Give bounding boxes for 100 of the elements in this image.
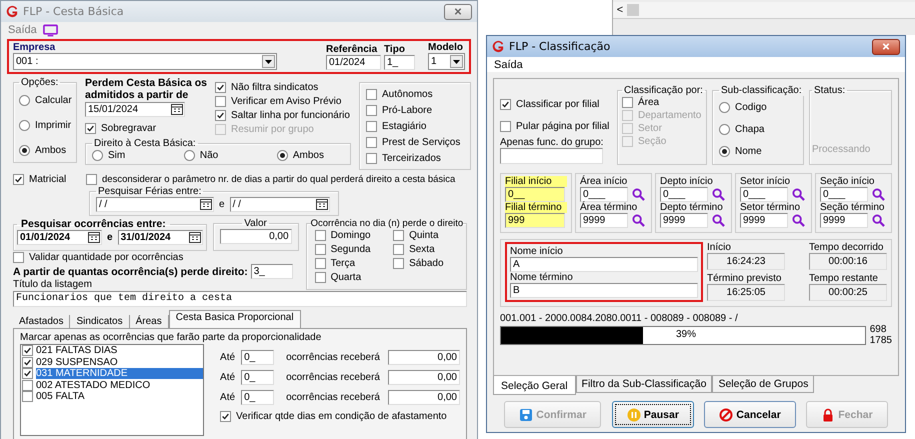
search-icon[interactable] xyxy=(632,188,645,201)
checkbox[interactable] xyxy=(22,356,33,368)
checkbox[interactable] xyxy=(22,391,33,402)
checkbox[interactable] xyxy=(366,88,377,100)
search-icon[interactable] xyxy=(712,214,725,227)
radio-button[interactable] xyxy=(19,145,30,156)
menu-item[interactable]: Saída xyxy=(8,24,37,36)
tab[interactable]: Seleção de Grupos xyxy=(712,376,814,393)
tab[interactable]: Cesta Basica Proporcional xyxy=(168,310,301,328)
group-field[interactable] xyxy=(500,148,603,164)
action-button[interactable]: Cancelar xyxy=(704,401,796,428)
count-field[interactable]: 0_ xyxy=(241,350,274,365)
radio-button[interactable] xyxy=(19,95,30,106)
date-field[interactable]: 31/01/2024 xyxy=(118,230,203,245)
checkbox[interactable] xyxy=(366,120,377,132)
list-item[interactable]: 005 FALTA xyxy=(21,391,204,402)
scrollbar[interactable]: < xyxy=(613,2,915,19)
search-icon[interactable] xyxy=(632,214,645,227)
checkbox[interactable] xyxy=(622,97,633,108)
checkbox[interactable] xyxy=(500,120,511,132)
occurrence-list[interactable]: 021 FALTAS DIAS 029 SUSPENSAO 031 MATERNIDADE 002 ATESTADO MEDICO 005 FALTA xyxy=(20,344,204,436)
end-field[interactable]: 9999 xyxy=(740,213,788,228)
end-field[interactable]: 9999 xyxy=(660,213,708,228)
search-icon[interactable] xyxy=(872,188,885,201)
window-title: FLP - Cesta Básica xyxy=(23,5,125,18)
calendar-icon[interactable] xyxy=(171,104,183,115)
radio-button[interactable] xyxy=(19,120,30,131)
search-icon[interactable] xyxy=(872,214,885,227)
search-icon[interactable] xyxy=(792,214,805,227)
checkbox[interactable] xyxy=(500,98,511,110)
checkbox[interactable] xyxy=(393,230,404,241)
amount-field[interactable]: 0,00 xyxy=(388,390,460,405)
radio-button[interactable] xyxy=(276,150,288,161)
checkbox[interactable] xyxy=(393,258,404,269)
checkbox[interactable] xyxy=(22,380,33,391)
checkbox[interactable] xyxy=(85,123,96,134)
checkbox[interactable] xyxy=(314,230,326,241)
checkbox[interactable] xyxy=(366,136,377,148)
checkbox[interactable] xyxy=(314,258,326,269)
date-field[interactable]: / / xyxy=(230,197,330,212)
name-end-field[interactable]: B xyxy=(510,283,698,298)
count-field[interactable]: 0_ xyxy=(241,390,274,405)
reference-field[interactable]: 01/2024 xyxy=(326,55,381,70)
checkbox[interactable] xyxy=(393,244,404,255)
monitor-icon[interactable] xyxy=(42,24,58,36)
end-field[interactable]: 999 xyxy=(505,213,565,228)
checkbox[interactable] xyxy=(22,368,33,380)
value-field[interactable]: 0,00 xyxy=(220,229,292,244)
start-field[interactable]: 0___ xyxy=(660,187,708,202)
checkbox[interactable] xyxy=(86,174,97,185)
date-field[interactable]: 01/01/2024 xyxy=(17,230,102,245)
radio-button[interactable] xyxy=(92,150,103,161)
checkbox[interactable] xyxy=(366,152,377,164)
start-field[interactable]: 0___ xyxy=(740,187,788,202)
company-dropdown[interactable]: 001 : xyxy=(13,53,277,70)
end-field[interactable]: 9999 xyxy=(820,213,868,228)
end-field[interactable]: 9999 xyxy=(580,213,628,228)
checkbox[interactable] xyxy=(22,345,33,356)
search-icon[interactable] xyxy=(792,188,805,201)
radio-button[interactable] xyxy=(719,124,730,134)
checkbox[interactable] xyxy=(314,244,326,255)
close-button[interactable] xyxy=(872,38,900,54)
scroll-left-button[interactable]: < xyxy=(613,4,627,16)
checkbox[interactable] xyxy=(215,96,226,107)
scroll-thumb[interactable] xyxy=(627,4,639,16)
checkbox[interactable] xyxy=(215,82,226,93)
amount-field[interactable]: 0,00 xyxy=(388,370,460,385)
start-field[interactable]: 0__ xyxy=(505,187,565,202)
listing-title-field[interactable]: Funcionarios que tem direito a cesta xyxy=(13,291,467,307)
checkbox[interactable] xyxy=(220,411,232,422)
amount-field[interactable]: 0,00 xyxy=(388,350,460,365)
checkbox[interactable] xyxy=(13,174,24,185)
radio-button[interactable] xyxy=(184,150,195,161)
list-item[interactable]: 021 FALTAS DIAS xyxy=(21,345,204,356)
list-item[interactable]: 002 ATESTADO MEDICO xyxy=(21,380,204,391)
menu-item[interactable]: Saída xyxy=(494,58,523,70)
checkbox[interactable] xyxy=(366,104,377,116)
tab[interactable]: Filtro da Sub-Classificação xyxy=(576,376,712,393)
model-dropdown[interactable]: 1 xyxy=(428,53,465,70)
search-icon[interactable] xyxy=(712,188,725,201)
action-button[interactable]: Pausar xyxy=(612,401,694,428)
calendar-icon[interactable] xyxy=(316,199,328,210)
start-field[interactable]: 0___ xyxy=(580,187,628,202)
start-field[interactable]: 0___ xyxy=(820,187,868,202)
calendar-icon[interactable] xyxy=(88,232,100,243)
occurrence-count-field[interactable]: 3_ xyxy=(250,264,293,279)
radio-button[interactable] xyxy=(719,146,730,156)
tab[interactable]: Seleção Geral xyxy=(493,376,576,395)
calendar-icon[interactable] xyxy=(188,232,201,243)
radio-button[interactable] xyxy=(719,102,730,112)
date-field[interactable]: 15/01/2024 xyxy=(85,102,185,117)
checkbox[interactable] xyxy=(13,252,24,263)
checkbox[interactable] xyxy=(215,110,226,121)
name-start-field[interactable]: A xyxy=(510,257,698,272)
type-field[interactable]: 1_ xyxy=(384,55,415,70)
calendar-icon[interactable] xyxy=(200,199,212,210)
checkbox[interactable] xyxy=(314,272,326,283)
count-field[interactable]: 0_ xyxy=(241,370,274,385)
date-field[interactable]: / / xyxy=(96,197,214,212)
list-item[interactable]: 029 SUSPENSAO xyxy=(21,356,204,368)
